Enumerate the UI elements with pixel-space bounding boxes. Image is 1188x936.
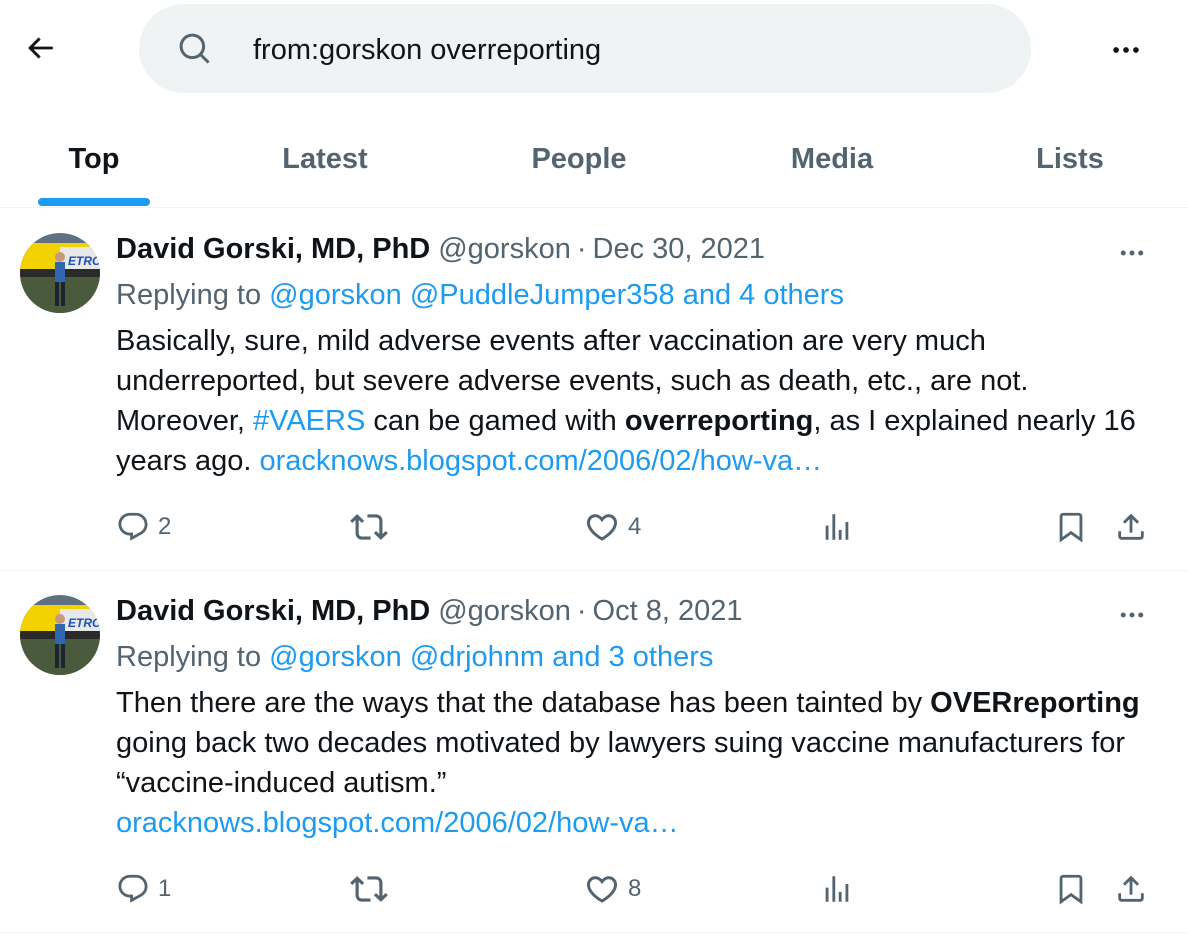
replying-to-label: Replying to bbox=[116, 641, 262, 673]
share-button[interactable] bbox=[1114, 867, 1148, 911]
hashtag-link[interactable]: #VAERS bbox=[253, 405, 365, 437]
author-name[interactable]: David Gorski, MD, PhD bbox=[116, 233, 430, 266]
like-count: 8 bbox=[628, 875, 642, 902]
share-button[interactable] bbox=[1114, 505, 1148, 549]
more-options-button[interactable] bbox=[1100, 24, 1152, 76]
tab-latest[interactable]: Latest bbox=[262, 110, 388, 208]
tweet-more-button[interactable] bbox=[1108, 233, 1156, 273]
reply-count: 2 bbox=[158, 513, 172, 540]
like-button[interactable]: 4 bbox=[584, 505, 641, 549]
url-link[interactable]: oracknows.blogspot.com/2006/02/how-va… bbox=[259, 445, 822, 477]
mention-link[interactable]: @PuddleJumper358 bbox=[410, 279, 675, 311]
tweet-actions: 1 8 bbox=[0, 867, 1188, 911]
tab-people[interactable]: People bbox=[512, 110, 646, 208]
more-horizontal-icon bbox=[1113, 47, 1139, 53]
tweet-actions: 2 4 bbox=[0, 505, 1188, 549]
like-count: 4 bbox=[628, 513, 642, 540]
mention-link[interactable]: @gorskon bbox=[269, 641, 402, 673]
more-horizontal-icon bbox=[1120, 250, 1144, 256]
reply-count: 1 bbox=[158, 875, 172, 902]
back-button[interactable] bbox=[14, 22, 66, 74]
bookmark-button[interactable] bbox=[1054, 505, 1088, 549]
highlighted-term: overreporting bbox=[624, 405, 814, 437]
like-button[interactable]: 8 bbox=[584, 867, 641, 911]
tweet-text-segment: Then there are the ways that the databas… bbox=[116, 687, 931, 719]
tab-media[interactable]: Media bbox=[772, 110, 892, 208]
active-tab-indicator bbox=[38, 198, 150, 206]
tweet[interactable]: ETRO David Gorski, MD, PhD @gorskon · Oc… bbox=[0, 571, 1188, 933]
more-horizontal-icon bbox=[1120, 612, 1144, 618]
others-link[interactable]: and 4 others bbox=[683, 279, 844, 311]
tweet-more-button[interactable] bbox=[1108, 595, 1156, 635]
others-link[interactable]: and 3 others bbox=[552, 641, 713, 673]
retweet-icon bbox=[350, 514, 388, 540]
tweet-date[interactable]: Dec 30, 2021 bbox=[593, 233, 766, 266]
tweet-date[interactable]: Oct 8, 2021 bbox=[593, 595, 743, 628]
retweet-button[interactable] bbox=[350, 505, 396, 549]
analytics-icon bbox=[825, 514, 849, 540]
avatar[interactable]: ETRO bbox=[20, 233, 100, 313]
share-icon bbox=[1118, 513, 1144, 540]
retweet-icon bbox=[350, 876, 388, 902]
tweet-text: Then there are the ways that the databas… bbox=[116, 683, 1156, 843]
reply-button[interactable]: 1 bbox=[116, 867, 171, 911]
tweet[interactable]: ETRO David Gorski, MD, PhD @gorskon · De… bbox=[0, 209, 1188, 571]
mention-link[interactable]: @drjohnm bbox=[410, 641, 544, 673]
author-name[interactable]: David Gorski, MD, PhD bbox=[116, 595, 430, 628]
search-icon bbox=[179, 33, 210, 64]
search-input[interactable] bbox=[253, 28, 993, 72]
tab-top[interactable]: Top bbox=[38, 110, 150, 208]
author-handle[interactable]: @gorskon bbox=[438, 595, 571, 628]
tab-lists[interactable]: Lists bbox=[1020, 110, 1120, 208]
profile-photo-icon: ETRO bbox=[20, 233, 100, 313]
svg-text:ETRO: ETRO bbox=[68, 254, 100, 268]
url-link[interactable]: oracknows.blogspot.com/2006/02/how-va… bbox=[116, 807, 679, 839]
tweet-text: Basically, sure, mild adverse events aft… bbox=[116, 321, 1156, 481]
author-handle[interactable]: @gorskon bbox=[438, 233, 571, 266]
search-tabs: Top Latest People Media Lists bbox=[0, 110, 1188, 208]
reply-button[interactable]: 2 bbox=[116, 505, 171, 549]
tweet-header: David Gorski, MD, PhD @gorskon · Dec 30,… bbox=[116, 233, 765, 273]
replying-to: Replying to @gorskon @PuddleJumper358 an… bbox=[116, 279, 844, 312]
heart-icon bbox=[586, 514, 618, 541]
profile-photo-icon: ETRO bbox=[20, 595, 100, 675]
highlighted-term: OVERreporting bbox=[930, 687, 1140, 719]
heart-icon bbox=[586, 876, 618, 903]
bookmark-icon bbox=[1059, 874, 1083, 905]
reply-icon bbox=[118, 512, 148, 541]
replying-to: Replying to @gorskon @drjohnm and 3 othe… bbox=[116, 641, 713, 674]
share-icon bbox=[1118, 875, 1144, 902]
mention-link[interactable]: @gorskon bbox=[269, 279, 402, 311]
bookmark-button[interactable] bbox=[1054, 867, 1088, 911]
analytics-icon bbox=[825, 876, 849, 902]
replying-to-label: Replying to bbox=[116, 279, 262, 311]
svg-text:ETRO: ETRO bbox=[68, 616, 100, 630]
reply-icon bbox=[118, 874, 148, 903]
tweet-text-segment: can be gamed with bbox=[365, 405, 625, 437]
views-button[interactable] bbox=[820, 867, 854, 911]
search-bar[interactable] bbox=[139, 4, 1031, 93]
separator: · bbox=[576, 233, 587, 265]
avatar[interactable]: ETRO bbox=[20, 595, 100, 675]
separator: · bbox=[576, 595, 587, 627]
bookmark-icon bbox=[1059, 512, 1083, 543]
top-bar bbox=[0, 0, 1188, 100]
tweet-text-segment: going back two decades motivated by lawy… bbox=[116, 727, 1126, 799]
views-button[interactable] bbox=[820, 505, 854, 549]
retweet-button[interactable] bbox=[350, 867, 396, 911]
back-arrow-icon bbox=[28, 37, 53, 59]
tweet-header: David Gorski, MD, PhD @gorskon · Oct 8, … bbox=[116, 595, 742, 635]
